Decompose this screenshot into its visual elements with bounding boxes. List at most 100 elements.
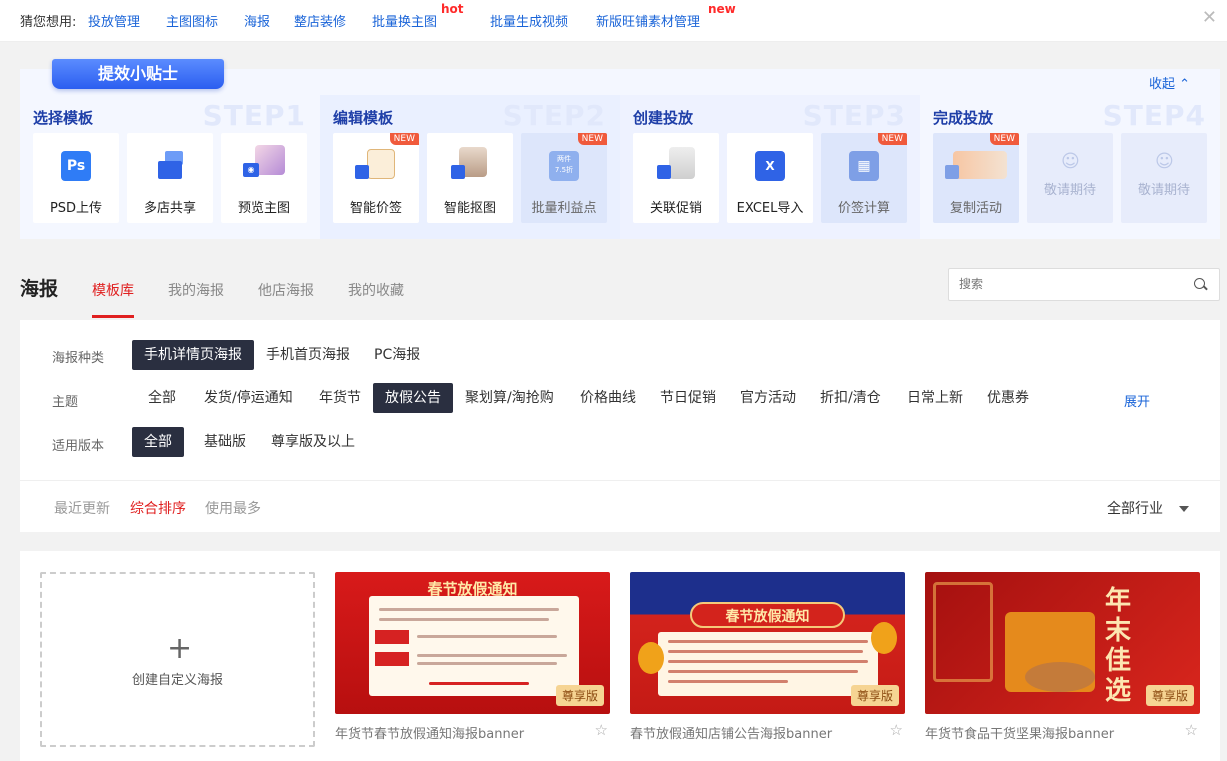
theme-option[interactable]: 发货/停运通知 [192, 383, 305, 413]
poster-notice-body [658, 632, 878, 696]
poster-caption: 年货节春节放假通知海报banner [335, 727, 525, 742]
card-related-promotion[interactable]: 关联促销 [633, 133, 719, 223]
link-batch-replace-main-image[interactable]: 批量换主图 [372, 11, 437, 30]
industry-dropdown[interactable]: 全部行业 [1107, 498, 1189, 518]
theme-option[interactable]: 节日促销 [648, 383, 728, 413]
card-copy-activity[interactable]: NEW 复制活动 [933, 133, 1019, 223]
card-label: 价签计算 [837, 201, 890, 216]
star-icon[interactable]: ☆ [595, 721, 608, 739]
sort-comprehensive[interactable]: 综合排序 [130, 498, 186, 518]
step-number: STEP4 [1102, 99, 1206, 132]
poster-notice-body [369, 596, 579, 696]
tab-my-posters[interactable]: 我的海报 [168, 280, 224, 300]
step-2: 编辑模板 STEP2 NEW 智能价签 智能抠图 NEW 两件 7.5折 批量利… [320, 95, 620, 239]
expand-button[interactable]: 展开 [1124, 391, 1150, 410]
card-price-tag-calc[interactable]: NEW ▦ 价签计算 [821, 133, 907, 223]
link-new-wangpu-material[interactable]: 新版旺铺素材管理 [596, 11, 700, 30]
discount-text-1: 两件 [557, 155, 571, 163]
page-title: 海报 [20, 278, 59, 300]
star-icon[interactable]: ☆ [1185, 721, 1198, 739]
version-option[interactable]: 尊享版及以上 [259, 427, 367, 457]
card-multi-store-share[interactable]: 多店共享 [127, 133, 213, 223]
link-launch-management[interactable]: 投放管理 [88, 11, 140, 30]
theme-option[interactable]: 全部 [136, 383, 188, 413]
vip-badge: 尊享版 [850, 685, 899, 706]
card-excel-import[interactable]: X EXCEL导入 [727, 133, 813, 223]
theme-option[interactable]: 聚划算/淘抢购 [453, 383, 566, 413]
poster-thumbnail: 年末佳选 尊享版 [925, 572, 1200, 714]
step-title: 完成投放 [933, 109, 994, 127]
type-option[interactable]: PC海报 [362, 340, 432, 370]
new-tag: NEW [877, 133, 907, 145]
close-icon[interactable]: ✕ [1202, 8, 1217, 28]
card-label: 敬请期待 [1043, 183, 1096, 198]
card-smart-price-tag[interactable]: NEW 智能价签 [333, 133, 419, 223]
type-option[interactable]: 手机详情页海报 [132, 340, 254, 370]
card-smart-cutout[interactable]: 智能抠图 [427, 133, 513, 223]
magic-wand-icon [451, 165, 465, 179]
new-tag: NEW [389, 133, 419, 145]
search-icon[interactable] [1194, 278, 1205, 289]
card-label: 复制活动 [949, 201, 1002, 216]
link-poster[interactable]: 海报 [244, 11, 270, 30]
search-input[interactable] [959, 277, 1179, 291]
card-preview-main-image[interactable]: ◉ 预览主图 [221, 133, 307, 223]
theme-option[interactable]: 日常上新 [895, 383, 975, 413]
divider [20, 480, 1220, 481]
filter-label-version: 适用版本 [52, 439, 105, 454]
poster-gallery: + 创建自定义海报 春节放假通知 尊享版 年货节春节放假通知海报banner ☆… [20, 551, 1220, 761]
version-option[interactable]: 基础版 [192, 427, 258, 457]
excel-icon: X [755, 151, 785, 181]
tab-template-library[interactable]: 模板库 [92, 280, 134, 300]
step-3: 创建投放 STEP3 关联促销 X EXCEL导入 NEW ▦ 价签计算 [620, 95, 920, 239]
vip-badge: 尊享版 [1145, 685, 1194, 706]
poster-card[interactable]: 春节放假通知 尊享版 春节放假通知店铺公告海报banner ☆ [630, 572, 905, 742]
theme-option[interactable]: 官方活动 [728, 383, 808, 413]
collapse-button[interactable]: 收起 ⌃ [1149, 73, 1190, 92]
calculator-icon: ▦ [849, 151, 879, 181]
poster-card[interactable]: 春节放假通知 尊享版 年货节春节放假通知海报banner ☆ [335, 572, 610, 742]
theme-option[interactable]: 优惠券 [975, 383, 1041, 413]
poster-thumbnail: 春节放假通知 尊享版 [335, 572, 610, 714]
poster-card[interactable]: 年末佳选 尊享版 年货节食品干货坚果海报banner ☆ [925, 572, 1200, 742]
card-label: 关联促销 [649, 201, 702, 216]
discount-icon: 两件 7.5折 [549, 151, 579, 181]
poster-caption: 年货节食品干货坚果海报banner [925, 727, 1115, 742]
poster-title: 年末佳选 [1105, 586, 1132, 706]
caret-down-icon [1179, 506, 1189, 512]
theme-option[interactable]: 年货节 [307, 383, 373, 413]
card-psd-upload[interactable]: Ps PSD上传 [33, 133, 119, 223]
sort-most-used[interactable]: 使用最多 [205, 498, 261, 518]
sort-recent[interactable]: 最近更新 [54, 498, 110, 518]
card-label: 批量利益点 [531, 201, 597, 216]
version-option[interactable]: 全部 [132, 427, 184, 457]
filter-label-type: 海报种类 [52, 351, 105, 366]
create-custom-poster-card[interactable]: + 创建自定义海报 [40, 572, 315, 747]
theme-option[interactable]: 放假公告 [373, 383, 453, 413]
card-label: PSD上传 [49, 201, 103, 216]
filter-label-theme: 主题 [52, 395, 79, 410]
card-label: 预览主图 [237, 201, 290, 216]
card-coming-soon-2: ☺ 敬请期待 [1121, 133, 1207, 223]
step-number: STEP2 [502, 99, 606, 132]
link-main-image-icon[interactable]: 主图图标 [166, 11, 218, 30]
poster-thumbnail: 春节放假通知 尊享版 [630, 572, 905, 714]
active-tab-underline [92, 315, 134, 318]
theme-option[interactable]: 价格曲线 [568, 383, 648, 413]
link-batch-generate-video[interactable]: 批量生成视频 [490, 11, 568, 30]
discount-text-2: 7.5折 [554, 166, 574, 174]
link-store-decoration[interactable]: 整店装修 [294, 11, 346, 30]
star-icon[interactable]: ☆ [890, 721, 903, 739]
smile-icon: ☺ [1061, 151, 1080, 172]
theme-option[interactable]: 折扣/清仓 [808, 383, 893, 413]
tab-other-store-posters[interactable]: 他店海报 [258, 280, 314, 300]
type-option[interactable]: 手机首页海报 [254, 340, 362, 370]
smile-icon: ☺ [1155, 151, 1174, 172]
tips-badge: 提效小贴士 [52, 59, 224, 89]
vip-badge: 尊享版 [555, 685, 604, 706]
hot-badge: hot [441, 2, 464, 16]
tab-my-favorites[interactable]: 我的收藏 [348, 280, 404, 300]
store-share-icon [155, 151, 185, 181]
card-batch-benefit-point[interactable]: NEW 两件 7.5折 批量利益点 [521, 133, 607, 223]
filter-panel: 海报种类 手机详情页海报 手机首页海报 PC海报 主题 全部 发货/停运通知 年… [20, 320, 1220, 532]
